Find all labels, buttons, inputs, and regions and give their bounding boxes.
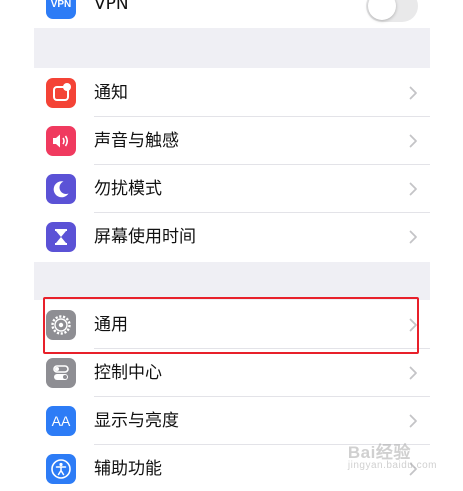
display-label: 显示与亮度 <box>94 411 179 431</box>
notifications-icon <box>46 78 76 108</box>
moon-icon <box>46 174 76 204</box>
chevron-right-icon <box>409 86 417 100</box>
vpn-icon: VPN <box>46 0 76 19</box>
accessibility-icon <box>46 454 76 484</box>
do-not-disturb-label: 勿扰模式 <box>94 179 162 199</box>
settings-row-vpn[interactable]: VPN VPN <box>34 0 430 28</box>
toggles-icon <box>46 358 76 388</box>
highlight-box <box>43 297 419 354</box>
text-size-icon: AA <box>46 406 76 436</box>
group-spacer <box>34 262 430 300</box>
settings-screen: VPN VPN 通知 声音与触感 勿扰模式 屏幕使用时间 通用 控制中心 AA … <box>0 0 463 491</box>
speaker-icon <box>46 126 76 156</box>
notifications-label: 通知 <box>94 83 128 103</box>
chevron-right-icon <box>409 366 417 380</box>
vpn-icon-text: VPN <box>50 0 72 10</box>
screen-time-label: 屏幕使用时间 <box>94 227 196 247</box>
sounds-label: 声音与触感 <box>94 131 179 151</box>
chevron-right-icon <box>409 230 417 244</box>
accessibility-label: 辅助功能 <box>94 459 162 479</box>
settings-row-do-not-disturb[interactable]: 勿扰模式 <box>34 165 430 213</box>
settings-row-control-center[interactable]: 控制中心 <box>34 349 430 397</box>
watermark-subtext: jingyan.baidu.com <box>347 460 437 471</box>
chevron-right-icon <box>409 182 417 196</box>
vpn-toggle[interactable] <box>366 0 418 22</box>
control-center-label: 控制中心 <box>94 363 162 383</box>
group-spacer <box>34 28 430 68</box>
settings-row-notifications[interactable]: 通知 <box>34 69 430 117</box>
settings-row-sounds[interactable]: 声音与触感 <box>34 117 430 165</box>
vpn-label: VPN <box>94 0 129 14</box>
hourglass-icon <box>46 222 76 252</box>
chevron-right-icon <box>409 414 417 428</box>
text-size-icon-text: AA <box>51 413 71 429</box>
settings-row-screen-time[interactable]: 屏幕使用时间 <box>34 213 430 261</box>
baidu-watermark: Bai经验 jingyan.baidu.com <box>348 438 437 471</box>
chevron-right-icon <box>409 134 417 148</box>
vpn-toggle-knob <box>368 0 396 20</box>
